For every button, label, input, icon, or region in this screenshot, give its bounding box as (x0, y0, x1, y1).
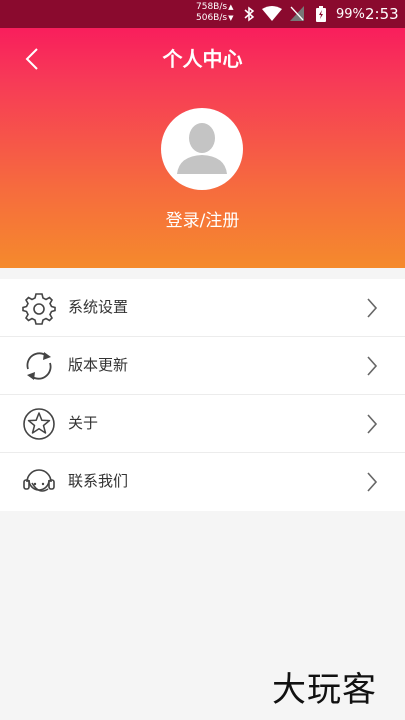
chevron-right-icon (367, 414, 378, 434)
net-up-speed: 758B/s (196, 2, 228, 12)
menu-item-version-update[interactable]: 版本更新 (0, 337, 405, 395)
page-title: 个人中心 (162, 47, 243, 71)
menu-item-about[interactable]: 关于 (0, 395, 405, 453)
user-silhouette-icon (177, 123, 227, 174)
menu-item-contact-us[interactable]: 联系我们 (0, 453, 405, 511)
battery-icon (316, 6, 326, 22)
network-speed: 758B/s▲ 506B/s▼ (196, 2, 234, 23)
chevron-right-icon (367, 298, 378, 318)
chevron-right-icon (367, 356, 378, 376)
menu-item-system-settings[interactable]: 系统设置 (0, 279, 405, 337)
menu-item-label: 联系我们 (68, 472, 129, 490)
status-bar: 758B/s▲ 506B/s▼ 99% 2:53 (0, 0, 405, 28)
refresh-icon (26, 352, 52, 380)
settings-menu: 系统设置 版本更新 关于 联系我们 (0, 279, 405, 511)
chevron-right-icon (367, 472, 378, 492)
menu-item-label: 系统设置 (68, 298, 129, 316)
login-register-link[interactable]: 登录/注册 (0, 208, 405, 234)
star-icon (23, 408, 55, 440)
watermark: 大玩客 (272, 670, 377, 710)
bluetooth-icon (244, 6, 255, 22)
wifi-icon (262, 6, 282, 21)
avatar[interactable] (161, 108, 243, 190)
battery-percent: 99% (336, 7, 365, 22)
menu-item-label: 关于 (68, 414, 99, 432)
menu-item-label: 版本更新 (68, 356, 129, 374)
gear-icon (22, 293, 56, 325)
no-signal-icon (290, 6, 304, 21)
clock: 2:53 (365, 5, 399, 23)
headset-icon (23, 469, 55, 492)
net-down-speed: 506B/s (196, 13, 228, 23)
